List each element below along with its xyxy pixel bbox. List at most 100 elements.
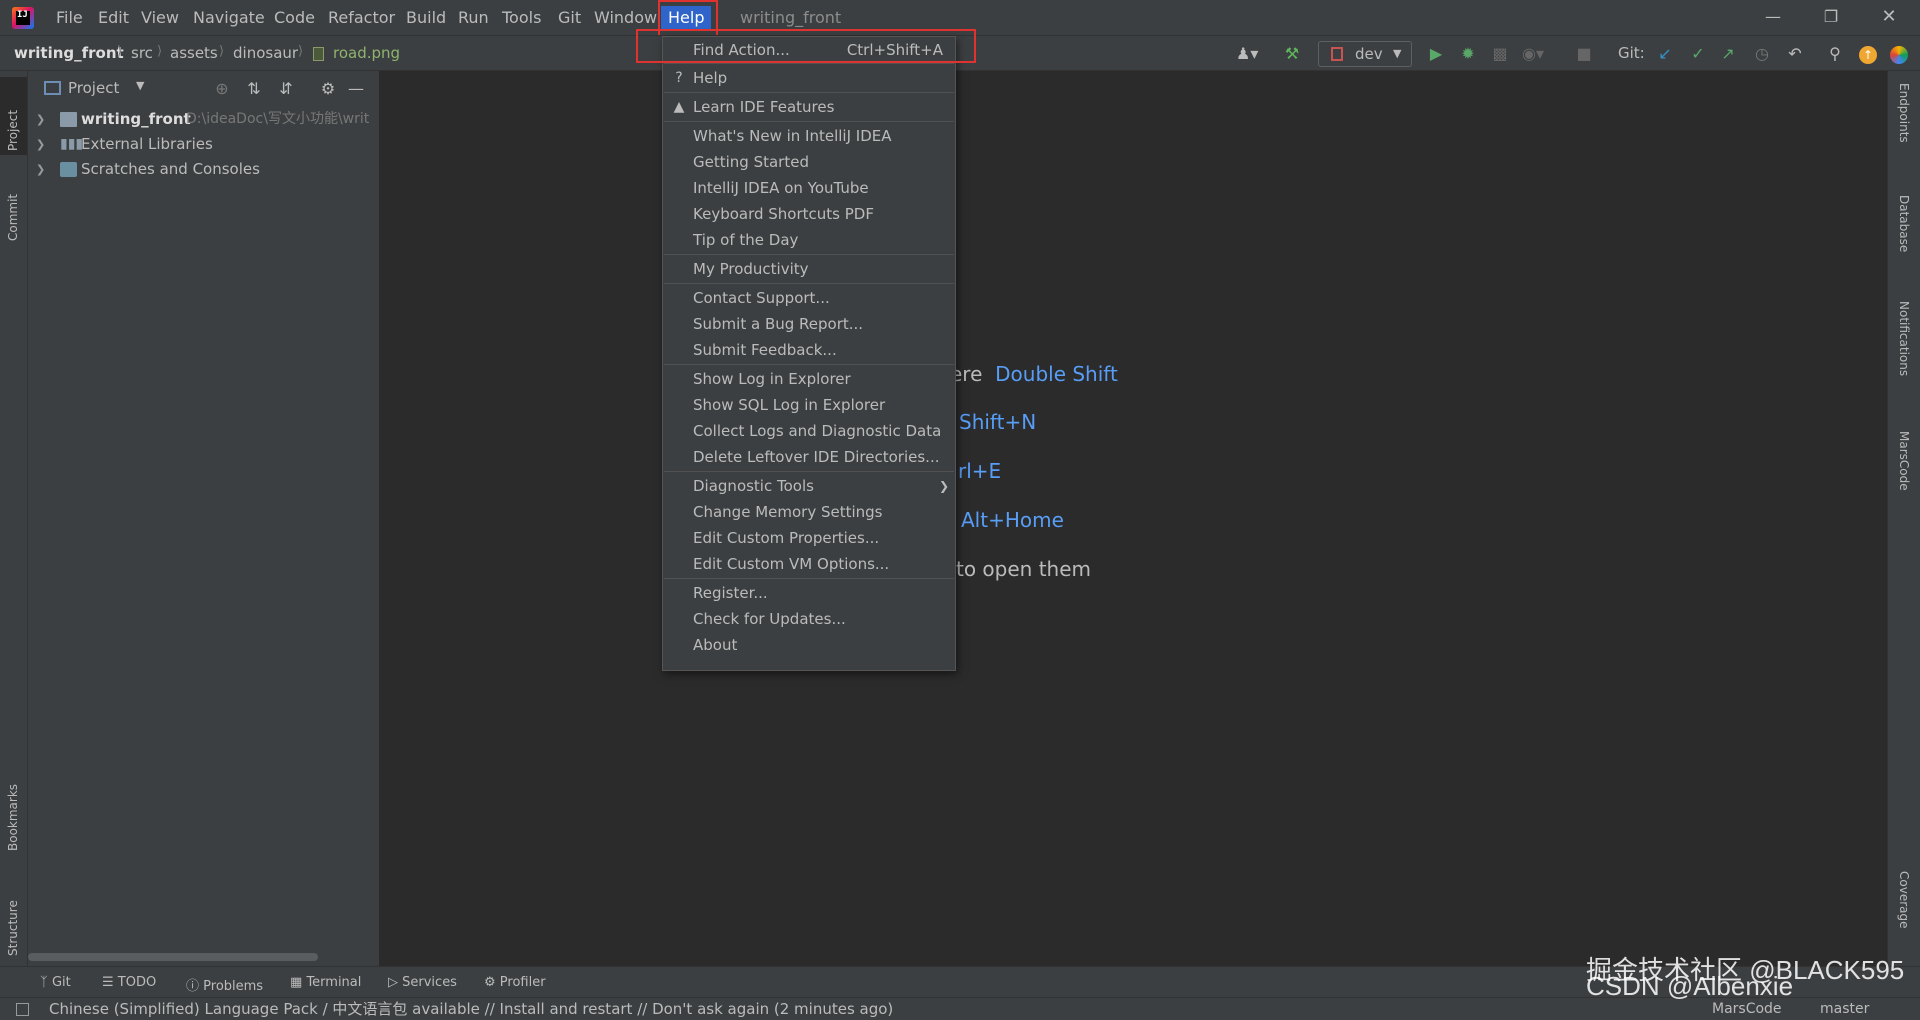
git-commit-icon[interactable]: ✓ (1688, 44, 1708, 64)
folder-icon (60, 112, 77, 127)
minimize-icon[interactable]: — (1750, 0, 1796, 35)
menu-view[interactable]: View (139, 6, 181, 30)
chevron-right-icon[interactable]: ❯ (36, 157, 45, 182)
hint-text: to open them (956, 557, 1092, 581)
menu-item-collect-logs[interactable]: Collect Logs and Diagnostic Data (663, 418, 955, 444)
bottom-tab-problems[interactable]: ⓘ Problems (186, 975, 263, 994)
right-tab-notifications[interactable]: Notifications (1897, 301, 1911, 421)
left-tab-bookmarks[interactable]: Bookmarks (6, 751, 20, 851)
chevron-right-icon[interactable]: ❯ (36, 132, 45, 157)
image-file-icon (313, 47, 324, 61)
menu-item-getting-started[interactable]: Getting Started (663, 149, 955, 175)
menu-refactor[interactable]: Refactor (326, 6, 397, 30)
left-tab-structure[interactable]: Structure (6, 871, 20, 956)
toggle-tool-windows-icon[interactable] (16, 1003, 29, 1016)
status-git-branch[interactable]: master (1820, 998, 1869, 1020)
breadcrumb-file[interactable]: road.png (333, 44, 400, 62)
menu-item-register[interactable]: Register... (663, 580, 955, 606)
menu-item-learn-ide[interactable]: ▲ Learn IDE Features (663, 94, 955, 120)
status-marscode[interactable]: MarsCode (1712, 998, 1782, 1020)
git-rollback-icon[interactable]: ↶ (1785, 44, 1805, 64)
menu-item-whats-new[interactable]: What's New in IntelliJ IDEA (663, 123, 955, 149)
chevron-down-icon[interactable]: ▼ (136, 79, 144, 92)
menu-item-my-productivity[interactable]: My Productivity (663, 256, 955, 282)
menu-edit[interactable]: Edit (96, 6, 131, 30)
menu-item-contact-support[interactable]: Contact Support... (663, 285, 955, 311)
menu-item-check-updates[interactable]: Check for Updates... (663, 606, 955, 632)
menu-item-help[interactable]: ? Help (663, 65, 955, 91)
debug-bug-icon[interactable]: ✹ (1458, 44, 1478, 64)
menu-git[interactable]: Git (556, 6, 583, 30)
tree-item-project-root[interactable]: ❯ writing_front D:\ideaDoc\写文小功能\writ (28, 107, 380, 132)
restore-icon[interactable]: ❐ (1808, 0, 1854, 35)
menu-item-diagnostic-tools[interactable]: Diagnostic Tools ❯ (663, 473, 955, 499)
menu-file[interactable]: File (54, 6, 85, 30)
tree-item-external-libraries[interactable]: ❯ ▮▮▮ External Libraries (28, 132, 380, 157)
menu-tools[interactable]: Tools (500, 6, 543, 30)
profiler-icon[interactable]: ◉▾ (1522, 44, 1544, 64)
gear-icon[interactable]: ⚙ (318, 79, 338, 99)
menu-item-submit-bug[interactable]: Submit a Bug Report... (663, 311, 955, 337)
menu-item-submit-feedback[interactable]: Submit Feedback... (663, 337, 955, 363)
close-icon[interactable]: ✕ (1866, 0, 1912, 35)
git-update-icon[interactable]: ↙ (1655, 44, 1675, 64)
right-tab-database[interactable]: Database (1897, 195, 1911, 295)
locate-target-icon[interactable]: ⊕ (212, 79, 232, 99)
horizontal-scrollbar[interactable] (28, 953, 318, 961)
bottom-tab-todo[interactable]: ☰ TODO (102, 975, 156, 990)
menu-item-show-sql-log[interactable]: Show SQL Log in Explorer (663, 392, 955, 418)
git-history-icon[interactable]: ◷ (1752, 44, 1772, 64)
menu-item-tip-of-day[interactable]: Tip of the Day (663, 227, 955, 253)
menu-window[interactable]: Window (592, 6, 659, 30)
menu-item-edit-properties[interactable]: Edit Custom Properties... (663, 525, 955, 551)
right-tab-marscode[interactable]: MarsCode (1897, 431, 1911, 526)
list-icon: ☰ (102, 975, 114, 990)
status-message[interactable]: Chinese (Simplified) Language Pack / 中文语… (49, 998, 893, 1020)
expand-all-icon[interactable]: ⇅ (244, 79, 264, 99)
menu-run[interactable]: Run (456, 6, 491, 30)
chevron-right-icon[interactable]: ❯ (36, 107, 45, 132)
hide-panel-icon[interactable]: — (346, 79, 366, 99)
right-tab-endpoints[interactable]: Endpoints (1897, 83, 1911, 178)
user-account-icon[interactable]: ♟▾ (1236, 44, 1258, 64)
coverage-icon[interactable]: ▩ (1490, 44, 1510, 64)
logo-text: IJ (17, 10, 28, 20)
menu-item-youtube[interactable]: IntelliJ IDEA on YouTube (663, 175, 955, 201)
breadcrumb-project[interactable]: writing_front (14, 44, 124, 62)
chrome-browser-icon[interactable] (1890, 46, 1908, 64)
menu-item-show-log[interactable]: Show Log in Explorer (663, 366, 955, 392)
ide-update-icon[interactable]: ↑ (1859, 46, 1877, 64)
left-tab-commit[interactable]: Commit (6, 171, 20, 241)
menu-item-shortcuts-pdf[interactable]: Keyboard Shortcuts PDF (663, 201, 955, 227)
stop-icon[interactable]: ■ (1574, 44, 1594, 64)
bottom-tab-services[interactable]: ▷ Services (388, 975, 457, 990)
git-push-icon[interactable]: ↗ (1718, 44, 1738, 64)
build-hammer-icon[interactable]: ⚒ (1282, 44, 1302, 64)
breadcrumb-dinosaur[interactable]: dinosaur (233, 44, 298, 62)
collapse-all-icon[interactable]: ⇵ (276, 79, 296, 99)
run-icon[interactable]: ▶ (1426, 44, 1446, 64)
tree-item-scratches[interactable]: ❯ Scratches and Consoles (28, 157, 380, 182)
graduation-cap-icon: ▲ (673, 99, 685, 115)
bottom-tab-terminal[interactable]: ▦ Terminal (290, 975, 361, 990)
bottom-tab-git[interactable]: ᛉ Git (40, 975, 71, 990)
menu-code[interactable]: Code (272, 6, 317, 30)
search-icon[interactable]: ⚲ (1825, 44, 1845, 64)
menu-navigate[interactable]: Navigate (191, 6, 267, 30)
right-tab-coverage[interactable]: Coverage (1897, 871, 1911, 961)
bottom-tab-label: Services (402, 975, 457, 990)
breadcrumb-src[interactable]: src (131, 44, 153, 62)
menu-separator (664, 254, 954, 255)
project-panel-title[interactable]: Project (68, 79, 119, 97)
menu-item-edit-vm-options[interactable]: Edit Custom VM Options... (663, 551, 955, 577)
menu-item-delete-leftover[interactable]: Delete Leftover IDE Directories... (663, 444, 955, 470)
menu-build[interactable]: Build (404, 6, 448, 30)
hint-shortcut: Double Shift (995, 362, 1118, 386)
left-tab-project[interactable]: Project (6, 81, 20, 151)
bottom-tab-profiler[interactable]: ⚙ Profiler (484, 975, 546, 990)
run-configuration-select[interactable]: dev ▼ (1318, 41, 1412, 67)
breadcrumb-assets[interactable]: assets (170, 44, 218, 62)
editor-hint-search-everywhere: ere Double Shift (950, 362, 1118, 386)
menu-item-about[interactable]: About (663, 632, 955, 658)
menu-item-change-memory[interactable]: Change Memory Settings (663, 499, 955, 525)
